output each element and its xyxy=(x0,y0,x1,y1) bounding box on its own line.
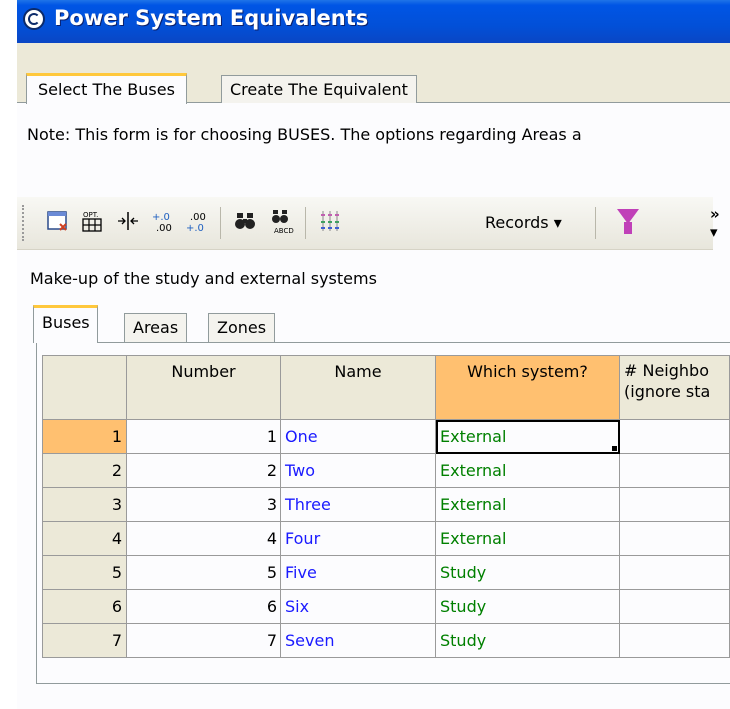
cell-which-system[interactable]: Study xyxy=(435,555,620,590)
cell-neighbors[interactable] xyxy=(619,419,730,454)
filter-icon-stem xyxy=(624,222,632,234)
decimal-decrease-icon[interactable]: .00 +.0 xyxy=(184,209,210,240)
cell-neighbors[interactable] xyxy=(619,623,730,658)
tab-create-the-equivalent[interactable]: Create The Equivalent xyxy=(221,75,417,103)
tab-label: Buses xyxy=(42,313,90,332)
svg-text:+.0: +.0 xyxy=(186,223,204,233)
find-icon[interactable] xyxy=(233,209,259,240)
cell-name[interactable]: Six xyxy=(280,589,436,624)
svg-text:OPT.: OPT. xyxy=(83,211,98,219)
svg-text:.00: .00 xyxy=(156,223,172,233)
buses-grid: Number Name Which system? # Neighbo (ign… xyxy=(42,355,730,658)
table-options-icon[interactable] xyxy=(46,209,70,240)
cell-which-system[interactable]: External xyxy=(435,521,620,556)
table-row[interactable]: 1 1 One External xyxy=(42,419,730,454)
toolbar-grip[interactable] xyxy=(22,205,28,241)
cell-name[interactable]: One xyxy=(280,419,436,454)
toolbar-separator xyxy=(595,207,596,239)
svg-text:+.0: +.0 xyxy=(152,212,170,223)
column-header-which-system[interactable]: Which system? xyxy=(435,355,620,420)
table-row[interactable]: 6 6 Six Study xyxy=(42,589,730,624)
sort-icon[interactable] xyxy=(318,209,342,240)
cell-which-system[interactable]: Study xyxy=(435,623,620,658)
records-label: Records ▾ xyxy=(485,213,562,232)
column-header-neighbors[interactable]: # Neighbo (ignore sta xyxy=(619,355,730,420)
tab-label: Select The Buses xyxy=(38,80,175,99)
cell-name[interactable]: Five xyxy=(280,555,436,590)
window-title: Power System Equivalents xyxy=(54,6,369,30)
cell-neighbors[interactable] xyxy=(619,521,730,556)
cell-name[interactable]: Two xyxy=(280,453,436,488)
more-chevron-icon[interactable]: » ▾ xyxy=(710,205,720,241)
cell-name[interactable]: Three xyxy=(280,487,436,522)
decimal-increase-icon[interactable]: +.0.00 xyxy=(150,209,176,240)
find-abcd-icon[interactable]: ABCD xyxy=(268,209,296,242)
table-row[interactable]: 2 2 Two External xyxy=(42,453,730,488)
cell-number[interactable]: 7 xyxy=(126,623,281,658)
tab-label: Zones xyxy=(217,318,267,337)
cell-name[interactable]: Seven xyxy=(280,623,436,658)
tab-areas[interactable]: Areas xyxy=(124,313,188,342)
cell-neighbors[interactable] xyxy=(619,589,730,624)
cell-number[interactable]: 3 xyxy=(126,487,281,522)
row-header[interactable]: 6 xyxy=(42,589,127,624)
cell-which-system[interactable]: External xyxy=(435,487,620,522)
table-row[interactable]: 4 4 Four External xyxy=(42,521,730,556)
table-row[interactable]: 5 5 Five Study xyxy=(42,555,730,590)
app-icon xyxy=(23,8,45,30)
desktop-edge xyxy=(0,0,17,708)
cell-neighbors[interactable] xyxy=(619,453,730,488)
insert-columns-icon[interactable]: OPT. xyxy=(80,209,106,240)
column-header-number[interactable]: Number xyxy=(126,355,281,420)
tab-zones[interactable]: Zones xyxy=(208,313,276,342)
row-header[interactable]: 7 xyxy=(42,623,127,658)
cell-name[interactable]: Four xyxy=(280,521,436,556)
tab-select-the-buses[interactable]: Select The Buses xyxy=(26,73,187,104)
toolbar-separator xyxy=(220,207,221,239)
toolbar-separator xyxy=(305,207,306,239)
cell-which-system[interactable]: External xyxy=(435,419,620,454)
svg-text:ABCD: ABCD xyxy=(274,227,294,235)
cell-neighbors[interactable] xyxy=(619,555,730,590)
cell-number[interactable]: 1 xyxy=(126,419,281,454)
table-row[interactable]: 3 3 Three External xyxy=(42,487,730,522)
column-width-icon[interactable] xyxy=(116,209,140,240)
title-bar[interactable]: Power System Equivalents xyxy=(17,0,730,43)
row-header[interactable]: 5 xyxy=(42,555,127,590)
records-menu[interactable]: Records ▾ xyxy=(485,213,562,232)
grid-caption: Make-up of the study and external system… xyxy=(30,269,377,288)
cell-number[interactable]: 6 xyxy=(126,589,281,624)
cell-number[interactable]: 5 xyxy=(126,555,281,590)
svg-text:.00: .00 xyxy=(190,212,206,223)
cell-which-system[interactable]: External xyxy=(435,453,620,488)
cell-number[interactable]: 4 xyxy=(126,521,281,556)
note-text: Note: This form is for choosing BUSES. T… xyxy=(27,125,582,144)
cell-neighbors[interactable] xyxy=(619,487,730,522)
corner-header[interactable] xyxy=(42,355,127,420)
row-header[interactable]: 2 xyxy=(42,453,127,488)
tab-label: Areas xyxy=(133,318,179,337)
row-header[interactable]: 4 xyxy=(42,521,127,556)
cell-which-system[interactable]: Study xyxy=(435,589,620,624)
column-header-name[interactable]: Name xyxy=(280,355,436,420)
tab-buses[interactable]: Buses xyxy=(33,305,98,343)
tab-label: Create The Equivalent xyxy=(230,80,408,99)
row-header[interactable]: 3 xyxy=(42,487,127,522)
cell-number[interactable]: 2 xyxy=(126,453,281,488)
table-row[interactable]: 7 7 Seven Study xyxy=(42,623,730,658)
row-header[interactable]: 1 xyxy=(42,419,127,454)
